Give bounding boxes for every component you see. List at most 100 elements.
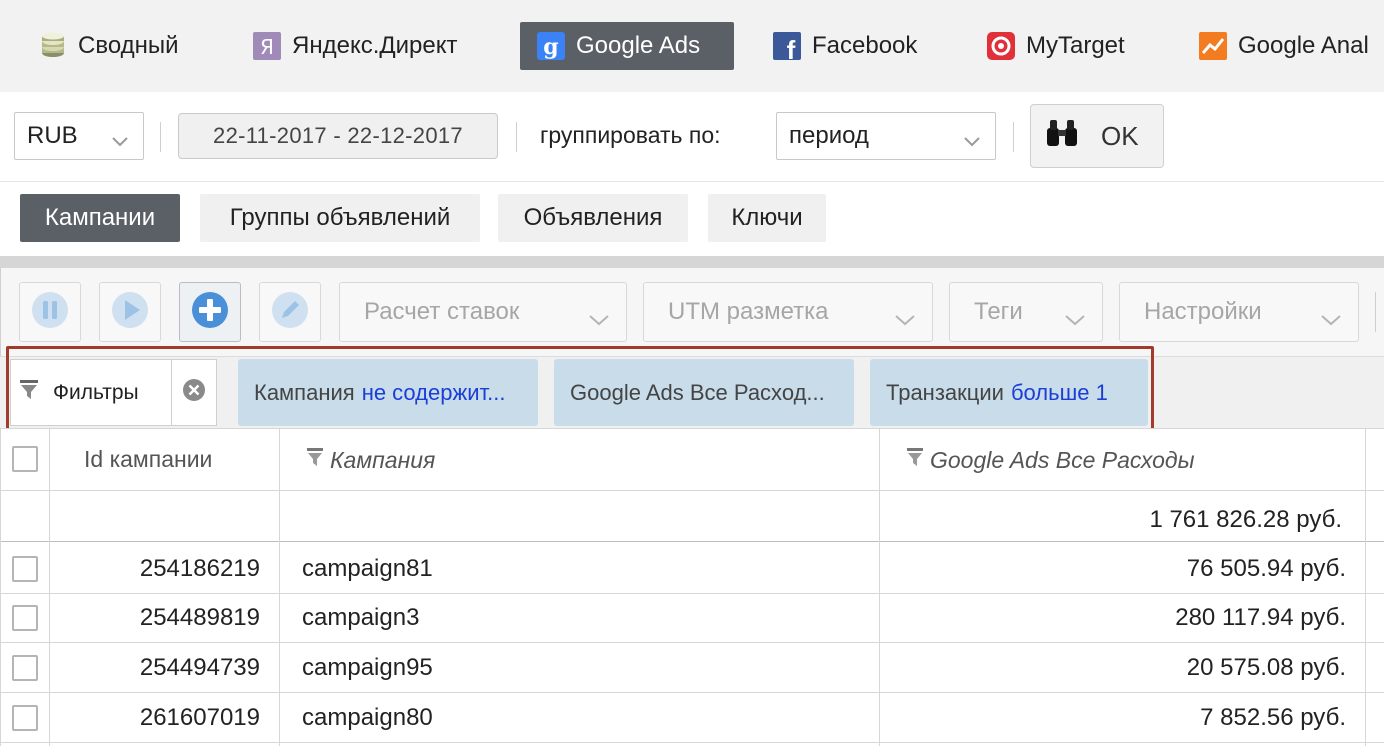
cell-cost: 20 575.08 руб. [1186,654,1346,681]
divider [516,122,517,152]
cell-cost: 76 505.94 руб. [1186,555,1346,582]
column-header-label: Кампания [330,446,436,473]
tab-label: Объявления [523,204,663,231]
clear-circle-icon [182,378,206,407]
google-analytics-logo-icon [1198,31,1228,61]
filter-chip-campaign[interactable]: Кампания не содержит... [238,359,538,426]
funnel-icon [19,379,39,407]
binoculars-icon [1045,118,1079,155]
select-all-checkbox[interactable] [12,446,38,472]
source-tab-facebook[interactable]: f Facebook [756,22,933,70]
mytarget-logo-icon [986,31,1016,61]
utm-markup-dropdown[interactable]: UTM разметка [643,282,933,342]
chip-field: Транзакции [886,379,1004,405]
svg-text:f: f [787,35,796,61]
chevron-down-icon [1320,306,1342,334]
pause-button[interactable] [19,282,81,342]
database-stack-icon [38,31,68,61]
filter-chip-google-ads-cost[interactable]: Google Ads Все Расход... [554,359,854,426]
cell-id: 254489819 [139,604,260,631]
group-by-label: группировать по: [540,122,721,148]
table-border [0,428,1,746]
column-header-campaign[interactable]: Кампания [306,446,435,474]
chevron-down-icon [588,306,610,334]
divider [1375,292,1376,332]
plus-icon [190,290,230,335]
group-by-select[interactable]: период [776,112,996,160]
filters-button[interactable]: Фильтры [10,359,172,426]
tab-label: Ключи [731,204,803,231]
edit-button[interactable] [259,282,321,342]
dropdown-label: Теги [974,298,1023,325]
chip-operator: больше 1 [1010,379,1108,405]
play-button[interactable] [99,282,161,342]
tab-label: Группы объявлений [229,204,451,231]
google-logo-icon: g [536,31,566,61]
table-border [0,642,1384,643]
table-border [0,692,1384,693]
source-tab-label: MyTarget [1026,32,1125,59]
table-border [1365,428,1366,746]
chevron-down-icon [963,128,981,156]
campaign-toolbar: Расчет ставок UTM разметка Теги Настройк… [0,268,1384,356]
group-by-value: период [789,122,869,149]
row-checkbox[interactable] [12,556,38,582]
date-range-picker[interactable]: 22-11-2017 - 22-12-2017 [178,113,498,159]
table-border [0,742,1384,743]
table-border [879,428,880,746]
divider [1013,122,1014,152]
tab-campaigns[interactable]: Кампании [20,194,180,242]
campaigns-table: Id кампании Кампания Google Ads Все Расх… [0,428,1384,746]
divider [160,122,161,152]
chevron-down-icon [894,306,916,334]
tab-label: Кампании [44,204,156,231]
tags-dropdown[interactable]: Теги [949,282,1103,342]
filter-chip-transactions[interactable]: Транзакции больше 1 [870,359,1148,426]
ok-button[interactable]: OK [1030,104,1164,168]
source-tab-label: Яндекс.Директ [292,32,458,59]
add-campaign-button[interactable] [179,282,241,342]
source-tab-google-analytics[interactable]: Google Anal [1182,22,1384,70]
date-range-value: 22-11-2017 - 22-12-2017 [213,123,463,148]
source-tab-mytarget[interactable]: MyTarget [970,22,1141,70]
level-tabs: Кампании Группы объявлений Объявления Кл… [0,182,1384,256]
facebook-logo-icon: f [772,31,802,61]
yandex-logo-icon: Я [252,31,282,61]
pause-icon [30,290,70,335]
column-header-google-ads-cost[interactable]: Google Ads Все Расходы [906,446,1195,474]
source-tab-label: Google Anal [1238,32,1369,59]
column-header-label: Google Ads Все Расходы [930,446,1195,473]
source-tab-summary[interactable]: Сводный [22,22,195,70]
report-filter-row: RUB 22-11-2017 - 22-12-2017 группировать… [0,92,1384,182]
chip-field: Кампания [254,379,355,405]
cell-campaign: campaign95 [302,654,433,681]
column-header-id[interactable]: Id кампании [84,446,212,473]
clear-filters-button[interactable] [171,359,217,426]
row-checkbox[interactable] [12,705,38,731]
chevron-down-icon [1064,306,1086,334]
source-tab-label: Facebook [812,32,918,59]
total-cost: 1 761 826.28 руб. [1149,506,1342,533]
pencil-icon [270,290,310,335]
settings-dropdown[interactable]: Настройки [1119,282,1359,342]
tab-keywords[interactable]: Ключи [708,194,826,242]
cell-id: 261607019 [139,704,260,731]
tab-ad-groups[interactable]: Группы объявлений [200,194,480,242]
source-tabs-bar: Сводный Я Яндекс.Директ g Google Ads f F… [0,0,1384,92]
source-tab-google-ads[interactable]: g Google Ads [520,22,734,70]
source-tab-yandex-direct[interactable]: Я Яндекс.Директ [236,22,474,70]
cell-campaign: campaign80 [302,704,433,731]
play-icon [110,290,150,335]
bid-calculation-dropdown[interactable]: Расчет ставок [339,282,627,342]
row-checkbox[interactable] [12,605,38,631]
cell-campaign: campaign81 [302,555,433,582]
tab-ads[interactable]: Объявления [498,194,688,242]
source-tab-label: Google Ads [576,32,701,59]
section-divider [0,256,1384,268]
filters-label: Фильтры [53,380,139,404]
chip-operator: не содержит... [361,379,506,405]
table-border [0,593,1384,594]
cell-id: 254186219 [139,555,260,582]
currency-select[interactable]: RUB [14,112,144,160]
row-checkbox[interactable] [12,655,38,681]
